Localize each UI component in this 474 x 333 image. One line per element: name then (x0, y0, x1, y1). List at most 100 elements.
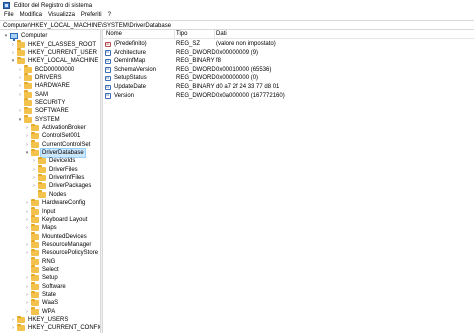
tree-item[interactable]: › DRIVERS (17, 73, 63, 82)
tree-item[interactable]: › HKEY_CURRENT_CONFIG (10, 323, 100, 332)
expand-icon[interactable]: › (24, 208, 30, 216)
expand-icon[interactable]: › (10, 324, 16, 332)
tree-item[interactable]: › HKEY_CURRENT_USER (10, 48, 98, 57)
tree-item-label: BCD00000000 (35, 66, 75, 73)
tree-item-label: Nodes (49, 191, 67, 198)
tree-item[interactable]: › WPA (24, 307, 56, 316)
value-row[interactable]: Architecture REG_DWORD0x00000009 (9) (103, 49, 474, 58)
expand-icon[interactable]: › (24, 291, 30, 299)
tree-item[interactable]: SECURITY (17, 98, 66, 107)
tree-item[interactable]: › SAM (17, 90, 49, 98)
folder-icon (31, 123, 39, 132)
menu-preferiti[interactable]: Preferiti (78, 11, 105, 20)
value-type: REG_BINARY (176, 58, 215, 65)
collapse-icon[interactable]: ▾ (10, 57, 16, 65)
folder-icon (17, 40, 25, 48)
expand-icon[interactable]: › (17, 66, 23, 74)
tree-item[interactable]: › State (24, 290, 57, 299)
expand-icon[interactable]: › (24, 274, 30, 282)
column-divider[interactable] (174, 30, 175, 39)
expand-icon[interactable]: › (10, 316, 16, 324)
menu-modifica[interactable]: Modifica (17, 11, 45, 20)
expand-icon[interactable]: › (24, 283, 30, 291)
expand-icon[interactable]: › (24, 216, 30, 224)
tree-item[interactable]: › DriverFiles (31, 165, 79, 174)
tree-item[interactable]: ▾ DriverDatabase (24, 148, 86, 159)
tree-item[interactable]: ▾ Computer (3, 32, 48, 42)
tree-item-label: Maps (42, 225, 57, 232)
title-bar: Editor del Registro di sistema (0, 0, 474, 11)
tree-item[interactable]: ▾ SYSTEM (17, 115, 61, 124)
expand-icon[interactable]: › (24, 299, 30, 307)
expand-icon[interactable]: › (31, 182, 37, 190)
expand-icon[interactable]: › (10, 41, 16, 49)
tree-item[interactable]: ▾ HKEY_LOCAL_MACHINE (10, 56, 99, 65)
tree-item-label: Select (42, 266, 59, 273)
tree-item[interactable]: › Software (24, 282, 67, 291)
folder-icon (38, 181, 46, 190)
collapse-icon[interactable]: ▾ (24, 149, 30, 157)
value-row[interactable]: SetupStatus REG_DWORD0x00000000 (0) (103, 74, 474, 83)
expand-icon[interactable]: › (24, 124, 30, 132)
expand-icon[interactable]: › (24, 241, 30, 249)
folder-icon (31, 223, 39, 232)
expand-icon[interactable]: › (24, 199, 30, 207)
tree-item[interactable]: › Input (24, 207, 56, 215)
expand-icon[interactable]: › (17, 107, 23, 115)
menu-visualizza[interactable]: Visualizza (45, 11, 78, 20)
values-list-pane[interactable]: Nome Tipo Dati (Predefinito) REG_SZ (valor… (103, 30, 474, 333)
tree-item[interactable]: RNG (24, 257, 56, 265)
column-type-header[interactable]: Tipo (176, 31, 187, 38)
column-name-header[interactable]: Nome (106, 31, 122, 38)
value-type: REG_SZ (176, 41, 201, 47)
tree-item[interactable]: › ResourcePolicyStore (24, 248, 99, 257)
key-tree-pane[interactable]: ▾ Computer › HKEY_CLASSES_ROOT › HKEY_CURRENT… (0, 30, 100, 333)
collapse-icon[interactable]: ▾ (3, 32, 9, 40)
tree-item-label: CurrentControlSet (42, 141, 91, 148)
menu-bar: File Modifica Visualizza Preferiti ? (0, 11, 474, 20)
expand-icon[interactable]: › (17, 74, 23, 82)
value-row[interactable]: UpdateDate REG_BINARYd0 a7 2f 24 33 77 d8… (103, 83, 474, 92)
value-row[interactable]: OemInfMap REG_BINARYf8 (103, 57, 474, 66)
expand-icon[interactable]: › (31, 157, 37, 165)
address-bar[interactable]: Computer\HKEY_LOCAL_MACHINE\SYSTEM\Drive… (0, 20, 474, 30)
tree-item[interactable]: › CurrentControlSet (24, 140, 91, 149)
folder-icon (38, 173, 46, 182)
collapse-icon[interactable]: ▾ (17, 116, 23, 124)
tree-item[interactable]: › HKEY_CLASSES_ROOT (10, 40, 97, 48)
tree-item[interactable]: › ActivationBroker (24, 123, 87, 132)
expand-icon[interactable]: › (17, 91, 23, 99)
expand-icon[interactable]: › (24, 308, 30, 316)
column-divider[interactable] (214, 30, 215, 39)
tree-item-label: HKEY_USERS (28, 317, 69, 324)
value-row[interactable]: SchemaVersion REG_DWORD0x00010000 (65536) (103, 66, 474, 75)
expand-icon[interactable]: › (24, 141, 30, 149)
expand-icon[interactable]: › (24, 132, 30, 140)
tree-item-label: DRIVERS (35, 74, 62, 81)
expand-icon[interactable]: › (31, 166, 37, 174)
folder-icon (31, 215, 39, 223)
menu-file[interactable]: File (0, 11, 17, 20)
tree-item[interactable]: › ResourceManager (24, 240, 92, 249)
expand-icon[interactable]: › (24, 224, 30, 232)
column-data-header[interactable]: Dati (216, 31, 227, 38)
tree-item-label: ControlSet001 (42, 133, 81, 140)
tree-item-label: RNG (42, 258, 56, 265)
value-row[interactable]: Version REG_DWORD0x0a000000 (167772160) (103, 92, 474, 101)
menu-help[interactable]: ? (105, 11, 114, 20)
tree-item[interactable]: Select (24, 265, 60, 274)
address-path[interactable]: Computer\HKEY_LOCAL_MACHINE\SYSTEM\Drive… (3, 22, 171, 30)
expand-icon[interactable]: › (17, 82, 23, 90)
tree-item[interactable]: › Maps (24, 223, 58, 232)
tree-item-label: WaaS (42, 300, 59, 307)
tree-item[interactable]: › WaaS (24, 298, 59, 307)
expand-icon[interactable]: › (10, 49, 16, 57)
value-name: UpdateDate (114, 84, 147, 90)
regedit-app-icon (3, 2, 10, 9)
expand-icon[interactable]: › (31, 174, 37, 182)
tree-item[interactable]: Nodes (31, 190, 67, 199)
tree-item[interactable]: › Keyboard Layout (24, 215, 88, 224)
expand-icon[interactable]: › (24, 249, 30, 257)
value-row[interactable]: (Predefinito) REG_SZ (valore non impostato… (103, 40, 474, 49)
tree-item[interactable]: › Setup (24, 273, 59, 282)
